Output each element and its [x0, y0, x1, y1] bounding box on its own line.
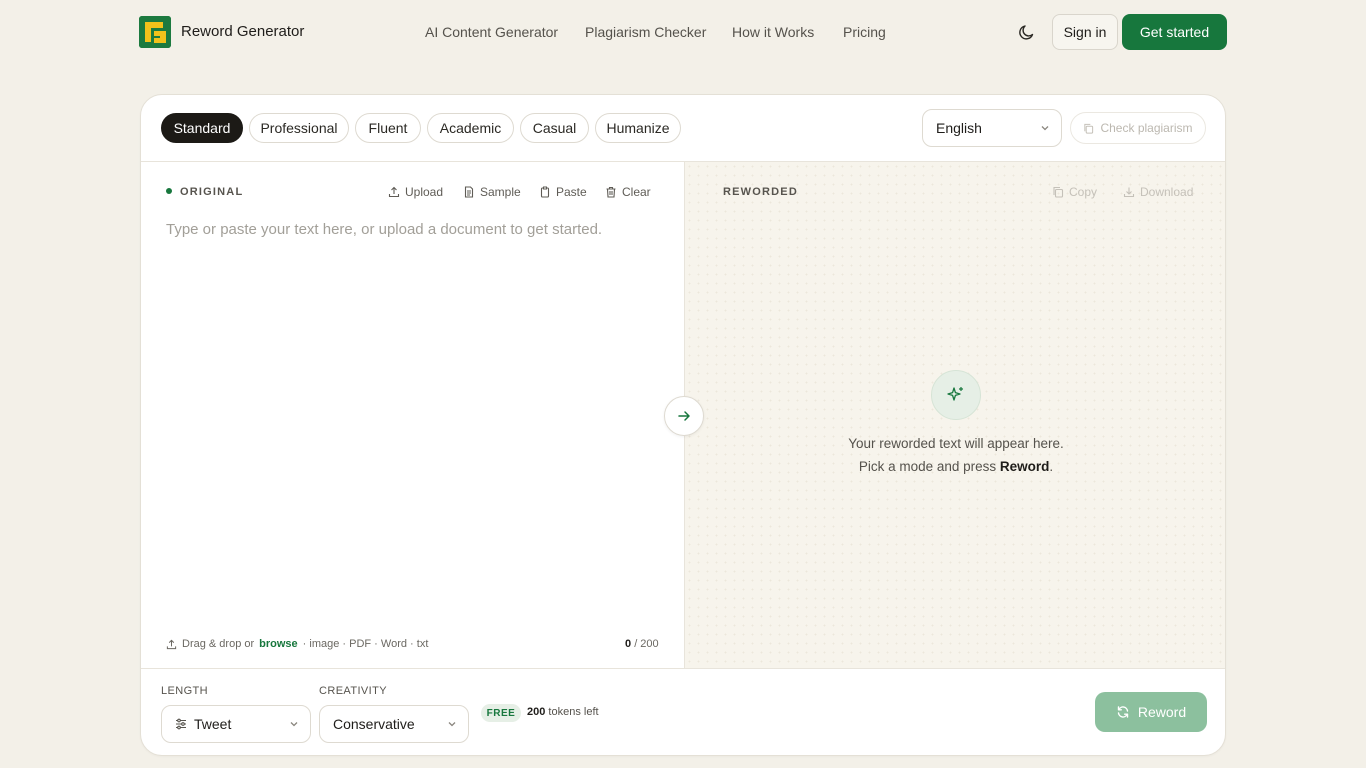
chevron-down-icon: [1041, 126, 1049, 131]
download-icon: [1123, 187, 1135, 198]
browse-link[interactable]: browse: [259, 638, 298, 650]
length-value: Tweet: [194, 716, 232, 732]
status-dot: [166, 188, 172, 194]
char-limit: / 200: [634, 638, 659, 650]
nav-pricing[interactable]: Pricing: [843, 24, 886, 40]
drag-suffix: · image · PDF · Word · txt: [302, 638, 429, 650]
chevron-down-icon: [290, 722, 298, 727]
empty-line-1: Your reworded text will appear here.: [848, 436, 1064, 451]
upload-button[interactable]: Upload: [388, 185, 443, 199]
paste-label: Paste: [556, 185, 587, 199]
upload-label: Upload: [405, 185, 444, 199]
reworded-label: REWORDED: [723, 186, 798, 198]
chevron-down-icon: [448, 722, 456, 727]
reword-button-label: Reword: [1137, 704, 1187, 720]
mode-academic[interactable]: Academic: [427, 113, 514, 143]
clear-button[interactable]: Clear: [605, 185, 651, 199]
refresh-icon: [1117, 706, 1129, 718]
tokens-text: tokens left: [548, 706, 599, 718]
upload-icon: [388, 186, 400, 198]
length-label: LENGTH: [161, 685, 209, 697]
language-value: English: [936, 120, 982, 136]
creativity-select[interactable]: Conservative: [319, 705, 469, 743]
reword-button[interactable]: Reword: [1095, 692, 1207, 732]
document-icon: [464, 186, 474, 198]
nav-ai-content-generator[interactable]: AI Content Generator: [425, 24, 558, 40]
logo-icon[interactable]: [139, 16, 171, 48]
empty-state-message: Your reworded text will appear here. Pic…: [836, 432, 1076, 478]
mode-humanize[interactable]: Humanize: [595, 113, 681, 143]
footer-divider: [141, 668, 1225, 669]
copy-icon: [1053, 186, 1064, 198]
clipboard-icon: [540, 186, 550, 198]
copy-button[interactable]: Copy: [1052, 185, 1097, 199]
copy-icon: [1084, 123, 1094, 134]
mode-casual[interactable]: Casual: [520, 113, 589, 143]
nav-how-it-works[interactable]: How it Works: [732, 24, 814, 40]
sign-in-button[interactable]: Sign in: [1052, 14, 1118, 50]
char-count: 0: [625, 638, 632, 650]
empty-line-2: Pick a mode and press Reword.: [858, 459, 1054, 474]
check-plagiarism-button[interactable]: Check plagiarism: [1070, 112, 1206, 144]
download-button[interactable]: Download: [1123, 185, 1193, 199]
moon-icon[interactable]: [1017, 22, 1037, 42]
sample-button[interactable]: Sample: [463, 185, 521, 199]
trash-icon: [606, 186, 616, 198]
clear-label: Clear: [622, 185, 651, 199]
nav-plagiarism-checker[interactable]: Plagiarism Checker: [585, 24, 706, 40]
copy-label: Copy: [1069, 185, 1098, 199]
brand-name[interactable]: Reword Generator: [181, 23, 304, 40]
arrow-right-icon: [678, 411, 690, 421]
download-label: Download: [1140, 185, 1194, 199]
sliders-icon: [176, 718, 186, 730]
original-text-input[interactable]: Type or paste your text here, or upload …: [166, 221, 602, 238]
original-label: ORIGINAL: [180, 186, 244, 198]
drag-prefix: Drag & drop or: [182, 638, 255, 650]
creativity-value: Conservative: [333, 716, 415, 732]
creativity-label: CREATIVITY: [319, 685, 387, 697]
top-header: Reword Generator AI Content Generator Pl…: [0, 0, 1366, 64]
reword-arrow-button[interactable]: [664, 396, 704, 436]
get-started-button[interactable]: Get started: [1122, 14, 1227, 50]
check-plagiarism-label: Check plagiarism: [1100, 121, 1193, 135]
mode-professional[interactable]: Professional: [249, 113, 349, 143]
sample-label: Sample: [480, 185, 521, 199]
mode-standard[interactable]: Standard: [161, 113, 243, 143]
length-select[interactable]: Tweet: [161, 705, 311, 743]
drag-drop-hint: Drag & drop or browse · image · PDF · Wo…: [166, 638, 428, 650]
mode-fluent[interactable]: Fluent: [355, 113, 421, 143]
char-counter: 0 / 200: [625, 638, 659, 650]
sparkles-icon: [931, 370, 981, 420]
paste-button[interactable]: Paste: [539, 185, 587, 199]
reword-card: Standard Professional Fluent Academic Ca…: [140, 94, 1226, 756]
tokens-remaining: 200 tokens left: [527, 706, 599, 718]
upload-icon: [166, 639, 177, 649]
language-select[interactable]: English: [922, 109, 1062, 147]
plan-badge: FREE: [481, 704, 521, 722]
tokens-count: 200: [527, 706, 546, 718]
